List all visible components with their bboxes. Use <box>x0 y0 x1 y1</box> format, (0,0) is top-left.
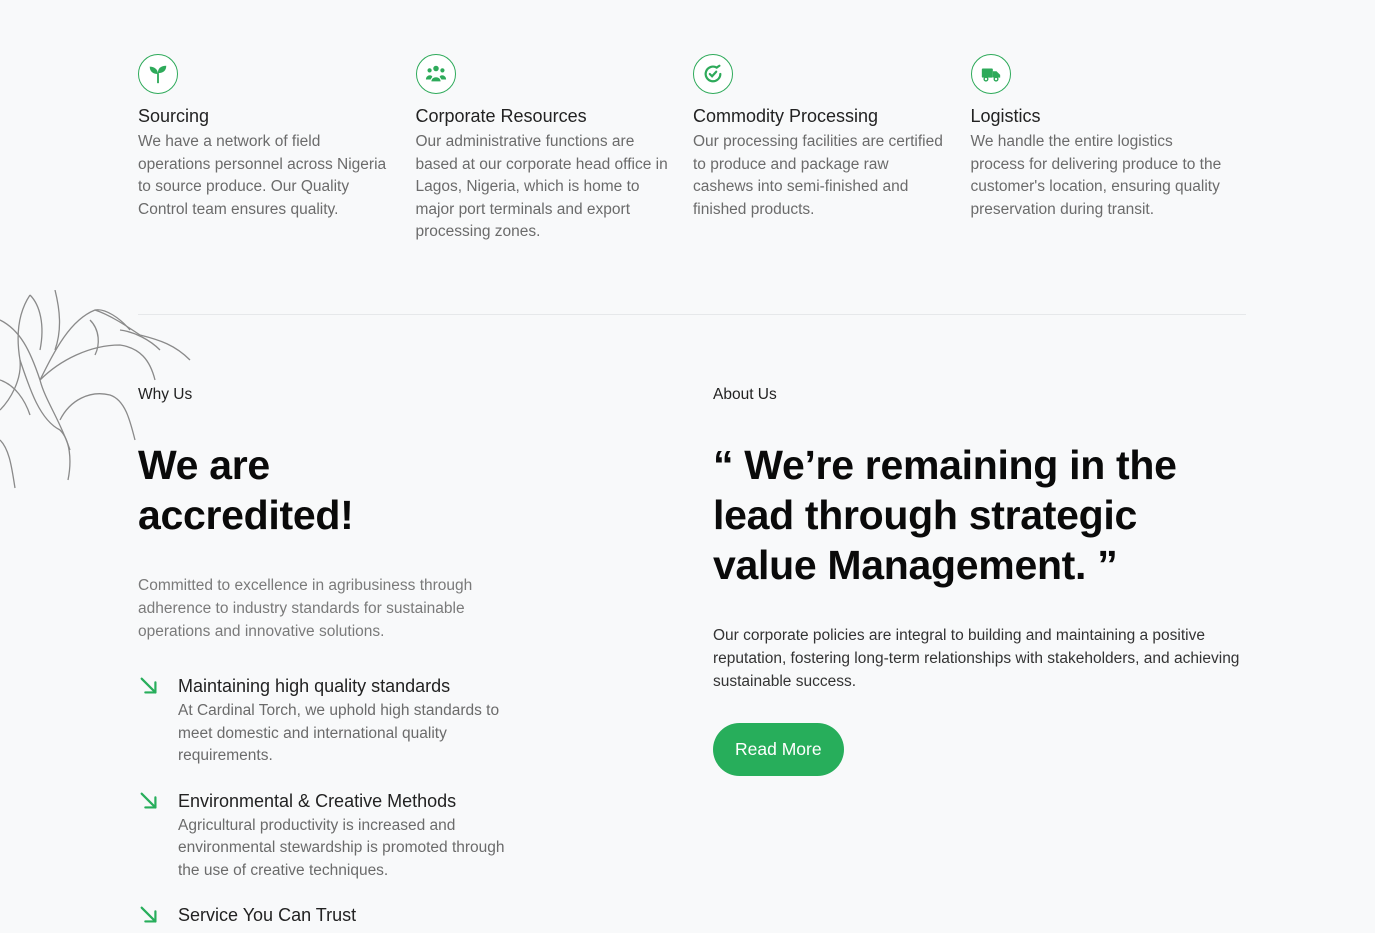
service-title: Corporate Resources <box>415 106 587 126</box>
section-divider <box>138 314 1246 315</box>
feature-description: Agricultural productivity is increased a… <box>178 816 505 879</box>
service-card-corporate-resources: Corporate Resources Our administrative f… <box>415 54 694 244</box>
why-us-heading-line2: accredited! <box>138 492 354 538</box>
arrow-down-right-icon <box>138 675 178 768</box>
feature-title: Service You Can Trust <box>178 905 357 925</box>
why-us-section: Why Us We are accredited! Committed to e… <box>138 384 528 933</box>
service-description: We have a network of field operations pe… <box>138 133 387 218</box>
feature-item: Environmental & Creative Methods Agricul… <box>138 790 528 883</box>
why-us-heading-line1: We are <box>138 442 270 488</box>
why-us-heading: We are accredited! <box>138 440 528 540</box>
why-us-eyebrow: Why Us <box>138 386 193 403</box>
about-us-description: Our corporate policies are integral to b… <box>713 627 1240 690</box>
feature-item: Maintaining high quality standards At Ca… <box>138 675 528 768</box>
processing-cycle-icon <box>693 54 733 94</box>
read-more-button[interactable]: Read More <box>713 723 844 776</box>
truck-icon <box>970 54 1011 94</box>
why-us-intro: Committed to excellence in agribusiness … <box>138 577 473 640</box>
about-us-section: About Us “ We’re remaining in the lead t… <box>713 384 1253 776</box>
service-card-logistics: Logistics We handle the entire logistics… <box>970 54 1249 244</box>
service-card-commodity-processing: Commodity Processing Our processing faci… <box>693 54 971 244</box>
people-group-icon <box>415 54 456 94</box>
feature-title: Environmental & Creative Methods <box>178 790 457 811</box>
service-title: Commodity Processing <box>693 106 879 126</box>
feature-title: Maintaining high quality standards <box>178 676 451 696</box>
service-description: Our processing facilities are certified … <box>693 133 943 218</box>
service-title: Logistics <box>970 106 1041 126</box>
feature-description: At Cardinal Torch, we uphold high standa… <box>178 702 500 764</box>
arrow-down-right-icon <box>138 904 178 931</box>
sprout-icon <box>138 54 178 94</box>
arrow-down-right-icon <box>138 790 178 883</box>
about-us-quote: “ We’re remaining in the lead through st… <box>713 442 1177 588</box>
service-card-sourcing: Sourcing We have a network of field oper… <box>138 54 416 244</box>
service-description: We handle the entire logistics process f… <box>970 133 1222 218</box>
page: Sourcing We have a network of field oper… <box>0 0 1375 933</box>
services-row: Sourcing We have a network of field oper… <box>138 54 1248 244</box>
service-description: Our administrative functions are based a… <box>415 133 668 240</box>
feature-list: Maintaining high quality standards At Ca… <box>138 675 528 931</box>
about-us-eyebrow: About Us <box>713 386 777 403</box>
service-title: Sourcing <box>138 106 210 126</box>
feature-item: Service You Can Trust <box>138 904 528 931</box>
